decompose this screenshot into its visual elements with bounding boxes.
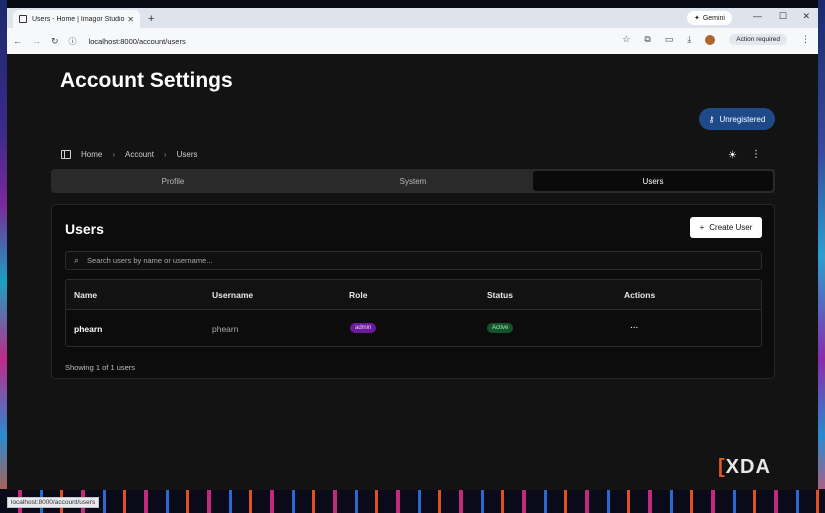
close-window-icon[interactable]: ✕	[802, 11, 810, 22]
role-badge: admin	[350, 323, 377, 333]
browser-window: Users - Home | Imagor Studio ✕ + ✦ Gemin…	[7, 8, 818, 490]
desktop-wallpaper-bottom	[0, 489, 825, 513]
page-content: Account Settings ⚷ Unregistered Home › A…	[7, 54, 818, 490]
unregistered-label: Unregistered	[719, 114, 766, 124]
breadcrumb-users: Users	[176, 150, 198, 159]
tab-title: Users - Home | Imagor Studio	[32, 15, 125, 23]
key-icon: ⚷	[708, 114, 715, 124]
users-count: Showing 1 of 1 users	[65, 363, 136, 372]
desktop-wallpaper-right	[818, 0, 825, 513]
tab-profile[interactable]: Profile	[53, 171, 293, 191]
cell-username: phearn	[212, 324, 239, 334]
bookmark-star-icon[interactable]: ☆	[622, 34, 630, 45]
browser-toolbar: ← → ↻ ⓘ localhost:8000/account/users ☆ ⧉…	[7, 28, 818, 54]
plus-icon: +	[699, 223, 705, 232]
chevron-right-icon: ›	[112, 150, 116, 159]
users-card-title: Users	[65, 221, 104, 237]
column-header-actions: Actions	[624, 290, 656, 300]
maximize-icon[interactable]: ☐	[779, 11, 787, 22]
column-header-status[interactable]: Status	[487, 290, 513, 300]
sparkle-icon: ✦	[693, 15, 700, 22]
sidebar-toggle-icon[interactable]	[61, 150, 71, 159]
breadcrumb: Home › Account › Users	[61, 150, 197, 159]
reload-icon[interactable]: ↻	[51, 36, 59, 47]
tab-system[interactable]: System	[293, 171, 533, 191]
more-options-icon[interactable]: ⋮	[751, 149, 761, 160]
close-icon[interactable]: ✕	[127, 15, 134, 24]
status-badge: Active	[487, 323, 514, 333]
browser-menu-icon[interactable]: ⋮	[801, 34, 810, 45]
page-title: Account Settings	[60, 69, 233, 92]
download-icon[interactable]: ⤓	[687, 34, 691, 45]
unregistered-button[interactable]: ⚷ Unregistered	[699, 108, 775, 130]
back-icon[interactable]: ←	[13, 36, 22, 46]
search-icon: ⌕	[74, 255, 80, 265]
new-tab-button[interactable]: +	[148, 13, 154, 25]
minimize-icon[interactable]: —	[753, 11, 762, 21]
status-bar-url: localhost:8000/account/users	[7, 497, 100, 508]
create-user-button[interactable]: + Create User	[690, 217, 762, 238]
create-user-label: Create User	[709, 223, 753, 232]
action-required-button[interactable]: Action required	[729, 34, 787, 45]
breadcrumb-account[interactable]: Account	[125, 150, 154, 159]
breadcrumb-home[interactable]: Home	[81, 150, 102, 159]
tab-users[interactable]: Users	[533, 171, 773, 191]
column-header-username[interactable]: Username	[212, 290, 253, 300]
table-row[interactable]: phearn phearn admin Active ...	[66, 311, 761, 347]
desktop-wallpaper-left	[0, 0, 7, 513]
column-header-name[interactable]: Name	[74, 290, 97, 300]
forward-icon[interactable]: →	[32, 36, 41, 46]
tab-strip: Users - Home | Imagor Studio ✕ + ✦ Gemin…	[7, 8, 818, 28]
users-card: Users + Create User ⌕ Name Username Role…	[51, 204, 775, 379]
chevron-right-icon: ›	[163, 150, 167, 159]
users-table: Name Username Role Status Actions phearn…	[65, 279, 762, 347]
image-icon	[19, 15, 27, 23]
gemini-label: Gemini	[702, 14, 725, 22]
row-actions-menu-icon[interactable]: ...	[630, 320, 638, 331]
cast-icon[interactable]: ▭	[665, 34, 674, 45]
address-bar[interactable]: localhost:8000/account/users	[89, 37, 186, 46]
browser-tab-users[interactable]: Users - Home | Imagor Studio ✕	[13, 10, 140, 28]
search-box: ⌕	[65, 251, 762, 270]
theme-toggle-sun-icon[interactable]: ☀	[728, 150, 737, 161]
extensions-icon[interactable]: ⧉	[644, 34, 650, 45]
xda-watermark-logo: [XDA	[718, 456, 771, 478]
search-input[interactable]	[87, 256, 738, 265]
cell-name: phearn	[74, 324, 103, 334]
site-info-icon[interactable]: ⓘ	[69, 36, 77, 47]
gemini-button[interactable]: ✦ Gemini	[686, 11, 732, 25]
settings-tabs: Profile System Users	[51, 169, 775, 193]
table-header: Name Username Role Status Actions	[66, 280, 761, 310]
column-header-role[interactable]: Role	[349, 290, 367, 300]
profile-avatar[interactable]	[705, 34, 716, 45]
